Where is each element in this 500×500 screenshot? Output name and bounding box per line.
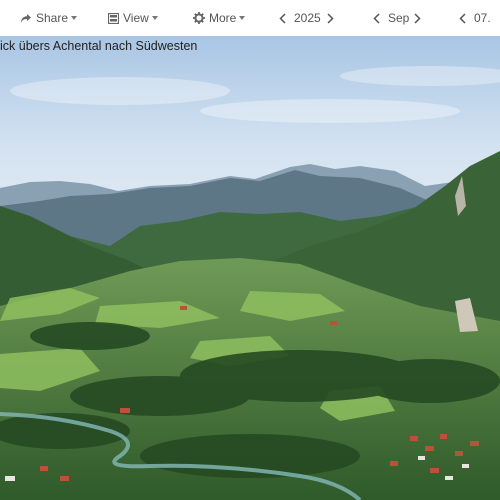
view-label: View	[123, 11, 149, 25]
year-next-button[interactable]	[323, 0, 337, 36]
day-prev-button[interactable]	[455, 0, 469, 36]
more-button[interactable]: More	[193, 0, 246, 36]
year-prev-button[interactable]	[275, 0, 289, 36]
day-value[interactable]: 07.	[474, 0, 491, 36]
share-label: Share	[36, 11, 69, 25]
year-value[interactable]: 2025	[294, 0, 321, 36]
chevron-right-icon	[326, 12, 334, 24]
caret-down-icon	[71, 16, 78, 20]
webcam-photo[interactable]	[0, 36, 500, 500]
gear-icon	[193, 12, 205, 24]
month-next-button[interactable]	[410, 0, 424, 36]
month-prev-button[interactable]	[369, 0, 383, 36]
share-button[interactable]: Share	[20, 0, 78, 36]
chevron-left-icon	[278, 12, 286, 24]
caret-down-icon	[239, 16, 246, 20]
chevron-right-icon	[413, 12, 421, 24]
month-value[interactable]: Sep	[388, 0, 409, 36]
top-toolbar: Share View More 2025 Sep 07.	[0, 0, 500, 37]
view-icon	[108, 12, 119, 24]
caret-down-icon	[151, 16, 158, 20]
photo-caption: ick übers Achental nach Südwesten	[0, 39, 198, 53]
view-button[interactable]: View	[108, 0, 158, 36]
more-label: More	[209, 11, 237, 25]
chevron-left-icon	[458, 12, 466, 24]
chevron-left-icon	[372, 12, 380, 24]
share-icon	[20, 13, 32, 24]
